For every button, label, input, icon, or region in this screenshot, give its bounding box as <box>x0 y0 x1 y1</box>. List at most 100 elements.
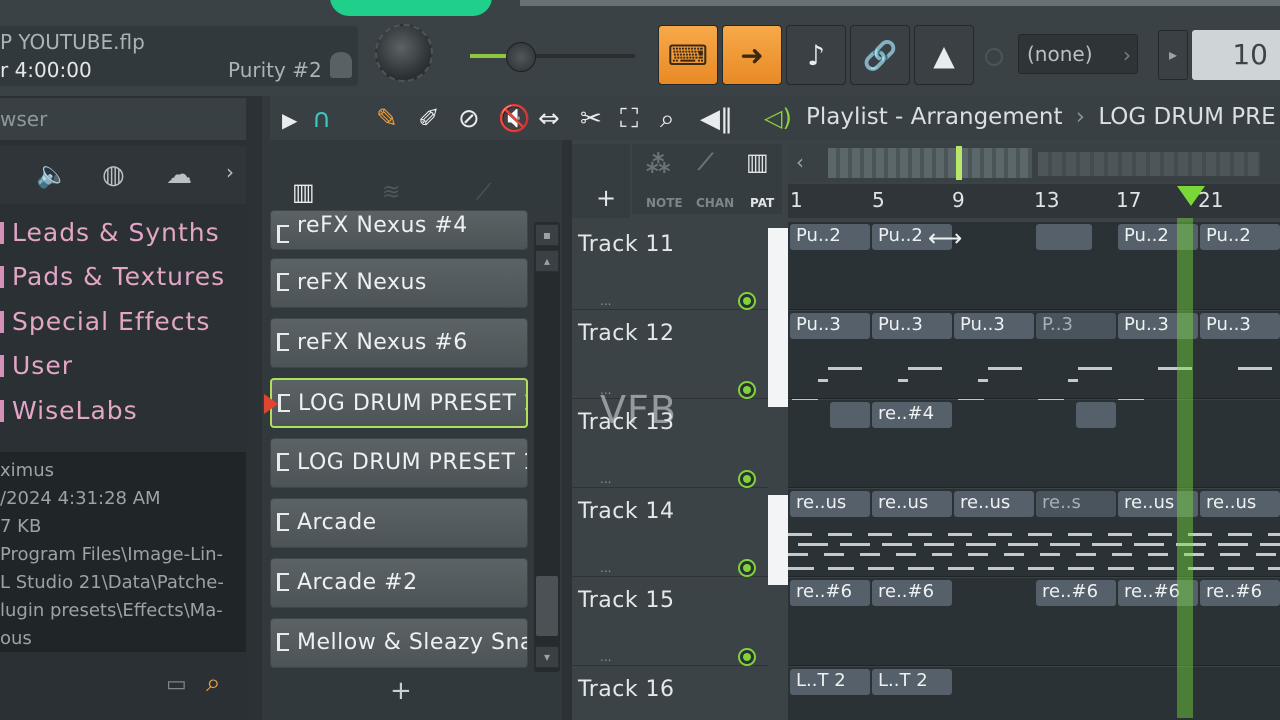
folder-icon[interactable]: ▭ <box>166 672 187 697</box>
add-channel-button[interactable]: + <box>390 676 412 706</box>
channel-item[interactable]: LOG DRUM PRESET 1 <box>270 438 528 488</box>
cloud-icon[interactable]: ☁ <box>166 160 192 190</box>
pattern-clip[interactable]: re..us <box>790 491 870 517</box>
channel-item-selected[interactable]: LOG DRUM PRESET 2 <box>270 378 528 428</box>
scroll-up-button[interactable]: ▴ <box>535 250 559 272</box>
mode-pat[interactable]: PAT <box>750 196 774 210</box>
pattern-clip[interactable]: Pu..3 <box>790 313 870 339</box>
pattern-clip[interactable]: re..s <box>1036 491 1116 517</box>
paint-icon[interactable]: ✐ <box>418 104 440 134</box>
folder-leads-synths[interactable]: Leads & Synths <box>0 218 220 247</box>
pattern-number-field[interactable]: 10 <box>1192 30 1280 80</box>
track-lane[interactable]: re..#4 <box>788 400 1280 488</box>
note-icon[interactable]: ⁂ <box>646 150 671 178</box>
folder-pads-textures[interactable]: Pads & Textures <box>0 262 225 291</box>
mode-chan[interactable]: CHAN <box>696 196 734 210</box>
globe-icon[interactable]: ◍ <box>102 160 125 190</box>
pattern-clip[interactable]: Pu..2 <box>1200 224 1280 250</box>
slice-icon[interactable]: ✂ <box>580 104 602 134</box>
channel-item[interactable]: reFX Nexus #4 <box>270 210 528 250</box>
channel-item[interactable]: reFX Nexus <box>270 258 528 308</box>
play-icon[interactable]: ▶ <box>282 108 297 132</box>
add-track-button[interactable]: + <box>596 184 616 212</box>
channel-item[interactable]: Arcade #2 <box>270 558 528 608</box>
playhead-marker-icon[interactable] <box>1177 186 1205 206</box>
track-header[interactable]: Track 11... <box>572 222 768 310</box>
track-mute-strip[interactable] <box>768 228 788 318</box>
pattern-clip[interactable]: Pu..3 <box>872 313 952 339</box>
search-icon[interactable]: ⌕ <box>206 668 221 699</box>
pat-icon[interactable]: ▥ <box>746 148 769 176</box>
playhead[interactable] <box>1177 218 1193 718</box>
slip-icon[interactable]: ⇔ <box>538 104 560 134</box>
track-lane[interactable]: L..T 2 L..T 2 <box>788 667 1280 720</box>
scroll-top-button[interactable]: ▪ <box>535 224 559 246</box>
track-enable-icon[interactable] <box>738 559 756 577</box>
track-lane[interactable]: Pu..2 Pu..2 Pu..2 Pu..2 <box>788 222 1280 310</box>
magnet-snap-icon[interactable]: ∩ <box>312 104 331 134</box>
song-overview[interactable]: ‹ <box>788 144 1280 182</box>
pattern-clip[interactable]: P..3 <box>1036 313 1116 339</box>
track-mute-strip[interactable] <box>768 495 788 585</box>
pattern-clip[interactable]: re..us <box>872 491 952 517</box>
track-header[interactable]: Track 12... <box>572 311 768 399</box>
track-header[interactable]: Track 15... <box>572 578 768 666</box>
timeline-ruler[interactable]: 1 5 9 13 17 21 <box>788 184 1280 218</box>
pattern-clip[interactable]: Pu..3 <box>954 313 1034 339</box>
pattern-clip[interactable]: Pu..3 <box>1200 313 1280 339</box>
automation-icon[interactable]: ⟋ <box>476 180 491 205</box>
pencil-icon[interactable]: ✎ <box>376 104 398 134</box>
record-indicator[interactable] <box>330 0 492 16</box>
track-mute-strip[interactable] <box>768 317 788 407</box>
pattern-clip[interactable] <box>830 402 870 428</box>
speaker-icon[interactable]: 🔈 <box>36 160 68 190</box>
track-enable-icon[interactable] <box>738 648 756 666</box>
mode-note[interactable]: NOTE <box>646 196 683 210</box>
track-enable-icon[interactable] <box>738 292 756 310</box>
pattern-clip[interactable] <box>1036 224 1092 250</box>
pattern-clip[interactable]: re..#6 <box>790 580 870 606</box>
delete-icon[interactable]: ⊘ <box>458 104 480 134</box>
piano-roll-icon[interactable]: ▥ <box>292 178 315 206</box>
zoom-icon[interactable]: ⌕ <box>660 104 675 135</box>
chevron-right-icon[interactable]: › <box>226 160 234 184</box>
slide-button[interactable]: ♪ <box>786 25 846 85</box>
chevron-left-icon[interactable]: ‹ <box>796 150 804 174</box>
waveform-icon[interactable]: ≋ <box>382 180 400 205</box>
metronome-button[interactable]: ▲ <box>914 25 974 85</box>
link-button[interactable]: 🔗 <box>850 25 910 85</box>
scroll-down-button[interactable]: ▾ <box>535 646 559 668</box>
folder-special-effects[interactable]: Special Effects <box>0 307 210 336</box>
pattern-clip[interactable]: re..us <box>954 491 1034 517</box>
playback-icon[interactable]: ◀‖ <box>700 104 733 134</box>
track-lane[interactable]: re..us re..us re..us re..s re..us re..us <box>788 489 1280 577</box>
typing-keyboard-button[interactable]: ⌨ <box>658 25 718 85</box>
pitch-slider-handle[interactable] <box>506 42 536 72</box>
select-icon[interactable]: ⛶ <box>620 104 638 135</box>
track-enable-icon[interactable] <box>738 381 756 399</box>
channel-item[interactable]: Arcade <box>270 498 528 548</box>
pattern-clip[interactable] <box>1076 402 1116 428</box>
folder-user[interactable]: User <box>0 351 73 380</box>
chan-icon[interactable]: ⟋ <box>698 150 713 175</box>
scroll-thumb[interactable] <box>536 576 558 636</box>
track-header[interactable]: Track 16 <box>572 667 768 720</box>
pattern-clip[interactable]: re..#6 <box>1200 580 1280 606</box>
track-lane[interactable]: re..#6 re..#6 re..#6 re..#6 re..#6 <box>788 578 1280 666</box>
track-enable-icon[interactable] <box>738 470 756 488</box>
pattern-selector[interactable]: (none) › <box>1018 34 1138 74</box>
pattern-clip[interactable]: Pu..2 <box>790 224 870 250</box>
pattern-clip[interactable]: re..#6 <box>1036 580 1116 606</box>
mute-icon[interactable]: 🔇 <box>498 104 530 134</box>
track-lane[interactable]: Pu..3 Pu..3 Pu..3 P..3 Pu..3 Pu..3 <box>788 311 1280 402</box>
channel-item[interactable]: reFX Nexus #6 <box>270 318 528 368</box>
pattern-clip[interactable]: L..T 2 <box>872 669 952 695</box>
pattern-next-button[interactable]: ▸ <box>1158 30 1188 80</box>
pattern-clip[interactable]: L..T 2 <box>790 669 870 695</box>
channel-item[interactable]: Mellow & Sleazy Snare <box>270 618 528 668</box>
folder-wiselabs[interactable]: WiseLabs <box>0 396 138 425</box>
master-volume-knob[interactable] <box>375 24 433 82</box>
pattern-clip[interactable]: re..#4 <box>872 402 952 428</box>
pattern-clip[interactable]: re..#6 <box>872 580 952 606</box>
pattern-clip[interactable]: re..us <box>1200 491 1280 517</box>
